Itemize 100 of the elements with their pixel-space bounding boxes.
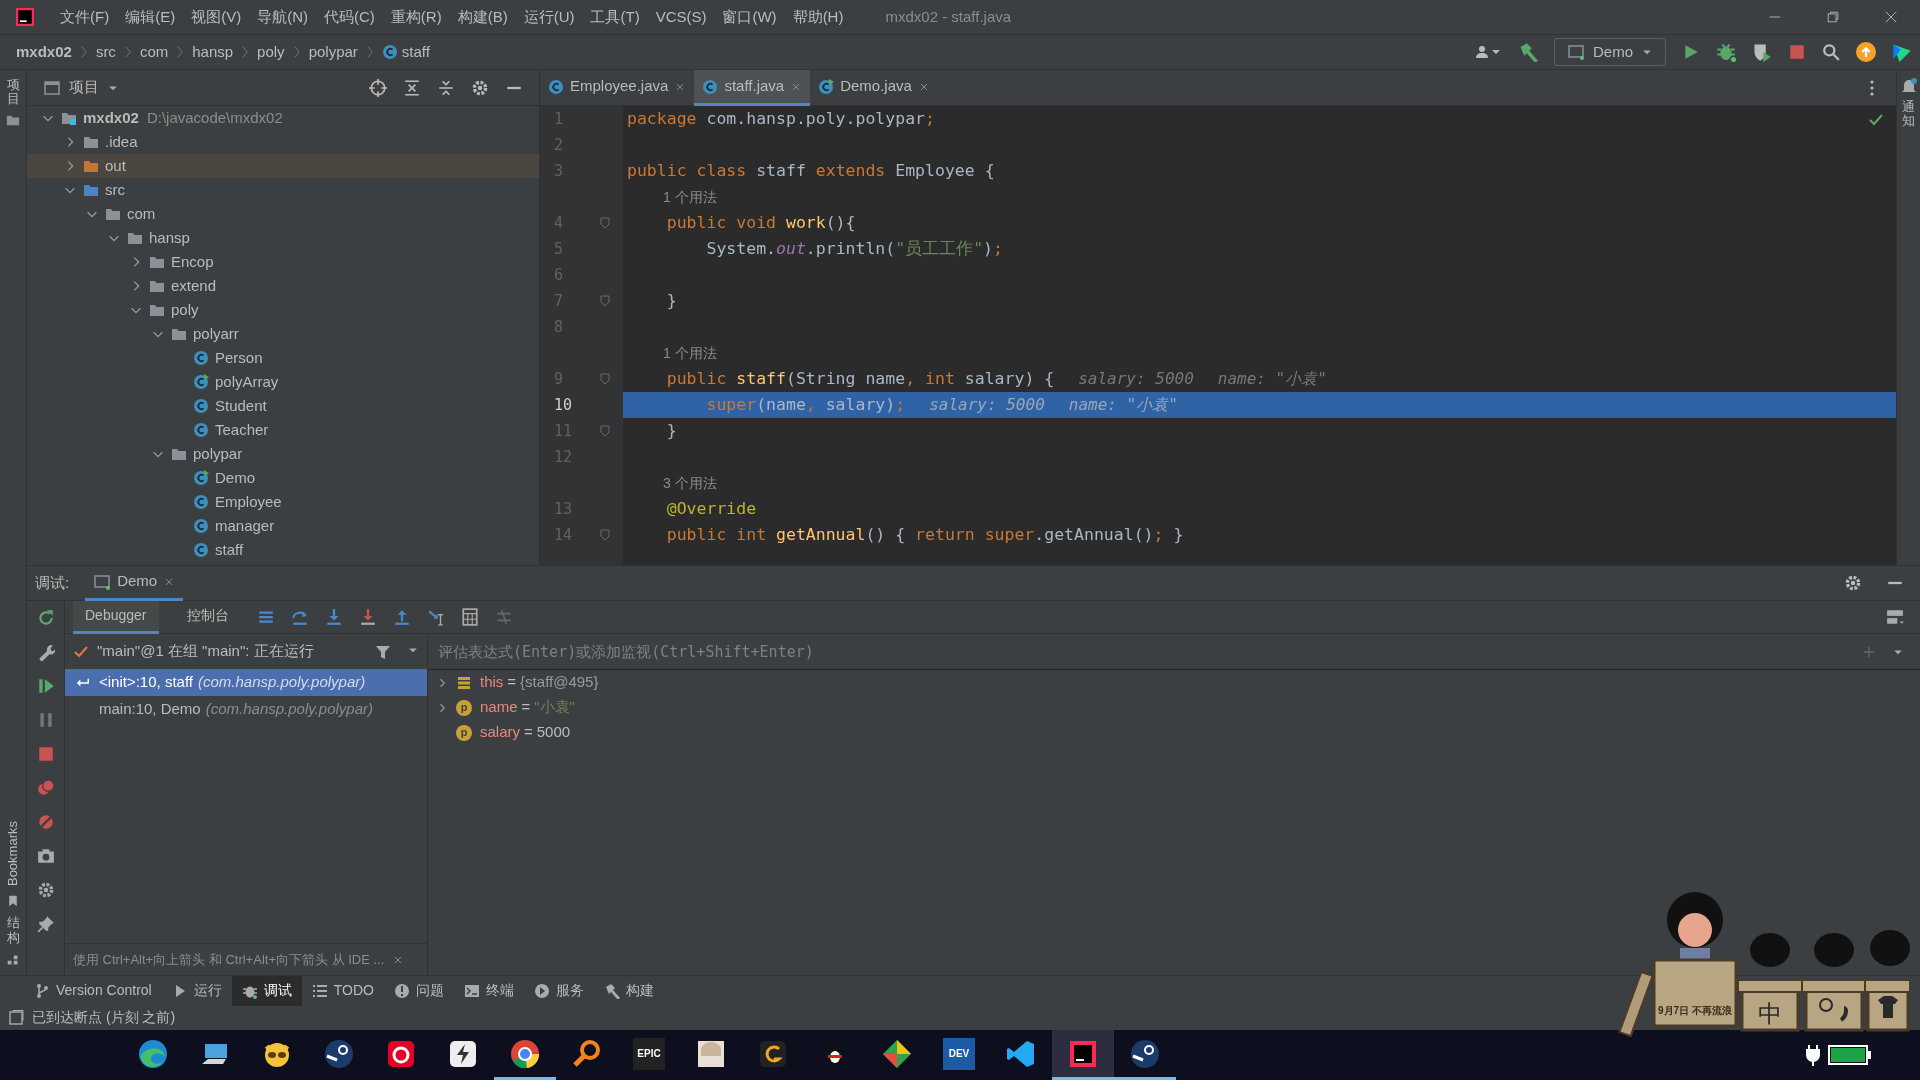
tree-row[interactable]: Demo — [27, 466, 539, 490]
panel-toggle-icon[interactable] — [8, 1009, 24, 1026]
panel-label[interactable]: 项目 — [6, 78, 20, 107]
tree-row[interactable]: poly — [27, 298, 539, 322]
tree-row[interactable]: .idea — [27, 130, 539, 154]
tree-row[interactable]: extend — [27, 274, 539, 298]
panel-label[interactable]: Bookmarks — [3, 821, 23, 887]
tree-row[interactable]: Encop — [27, 250, 539, 274]
variable-row[interactable]: this = {staff@495} — [428, 670, 1920, 695]
menu-item[interactable]: 重构(R) — [382, 5, 450, 29]
tree-row[interactable]: hansp — [27, 226, 539, 250]
tool-window-tab[interactable]: 构建 — [593, 975, 664, 1006]
tree-row[interactable]: src — [27, 178, 539, 202]
update-icon[interactable] — [1856, 42, 1876, 62]
breadcrumb-item[interactable]: poly — [257, 40, 285, 64]
resume-icon[interactable] — [36, 677, 55, 695]
tree-row[interactable]: com — [27, 202, 539, 226]
tree-row[interactable]: Employee — [27, 490, 539, 514]
app-icon[interactable]: DEV — [943, 1037, 975, 1070]
tree-row[interactable]: polypar — [27, 442, 539, 466]
breadcrumb-item[interactable]: mxdx02 — [16, 40, 72, 64]
tool-window-tab[interactable]: 服务 — [523, 975, 594, 1006]
fold-marker-icon[interactable] — [600, 373, 610, 385]
app-icon[interactable]: EPIC — [633, 1037, 665, 1070]
browser-icon[interactable] — [509, 1037, 541, 1070]
stack-frame[interactable]: <init>:10, staff (com.hansp.poly.polypar) — [65, 669, 427, 696]
editor-tab[interactable]: staff.java — [694, 70, 811, 106]
desktop-pet-drawing[interactable] — [1618, 892, 1910, 1038]
debugger-tab[interactable]: Debugger — [73, 600, 159, 634]
menu-item[interactable]: 窗口(W) — [714, 5, 785, 29]
menu-item[interactable]: 导航(N) — [249, 5, 316, 29]
close-icon[interactable] — [1884, 10, 1898, 24]
settings-icon[interactable] — [471, 78, 489, 97]
tree-row[interactable]: polyArray — [27, 370, 539, 394]
usage-hint[interactable]: 1 个用法 — [663, 186, 717, 208]
usage-hint[interactable]: 3 个用法 — [663, 472, 717, 494]
tool-window-tab[interactable]: 调试 — [231, 975, 302, 1006]
fold-marker-icon[interactable] — [600, 529, 610, 541]
tree-row[interactable]: manager — [27, 514, 539, 538]
variable-row[interactable]: p name = "小袁" — [428, 695, 1920, 720]
tree-row[interactable]: Student — [27, 394, 539, 418]
menu-item[interactable]: 代码(C) — [316, 5, 383, 29]
pin-icon[interactable] — [36, 915, 55, 933]
stop-icon[interactable] — [1788, 43, 1806, 61]
search-icon[interactable] — [1822, 43, 1840, 61]
filter-icon[interactable] — [375, 643, 391, 660]
expand-all-icon[interactable] — [403, 78, 421, 97]
stop-icon[interactable] — [36, 745, 55, 763]
user-icon[interactable] — [1476, 44, 1502, 60]
collapse-all-icon[interactable] — [437, 78, 455, 97]
menu-item[interactable]: VCS(S) — [647, 5, 715, 29]
editor-tab[interactable]: Demo.java — [810, 70, 938, 106]
breadcrumb-item[interactable]: hansp — [192, 40, 234, 64]
fold-marker-icon[interactable] — [600, 217, 610, 229]
step-into-icon[interactable] — [324, 608, 343, 626]
panel-title[interactable]: 项目 — [69, 76, 99, 99]
taskbar-app-button[interactable]: EPIC — [618, 1030, 680, 1080]
fold-marker-icon[interactable] — [600, 425, 610, 437]
tree-row[interactable]: polyarr — [27, 322, 539, 346]
panel-label[interactable]: 结构 — [6, 916, 20, 945]
taskbar-app-button[interactable]: DEV — [928, 1030, 990, 1080]
bug-icon[interactable] — [1716, 42, 1736, 62]
debugger-tab[interactable]: 控制台 — [174, 600, 241, 634]
menu-item[interactable]: 运行(U) — [515, 5, 583, 29]
diamond-icon[interactable] — [881, 1037, 913, 1070]
tree-row[interactable]: out — [27, 154, 539, 178]
thread-dropdown[interactable]: "main"@1 在组 "main": 正在运行 — [65, 634, 427, 669]
breadcrumb-item[interactable]: polypar — [308, 40, 358, 64]
mute-breakpoints-icon[interactable] — [36, 813, 55, 831]
layout-icon[interactable] — [1886, 608, 1904, 626]
variable-row[interactable]: p salary = 5000 — [428, 720, 1920, 745]
restore-icon[interactable] — [1826, 10, 1840, 24]
locate-icon[interactable] — [369, 78, 387, 97]
menu-item[interactable]: 帮助(H) — [784, 5, 852, 29]
breakpoints-icon[interactable] — [36, 779, 55, 797]
calculator-icon[interactable] — [460, 608, 479, 626]
logo-icon[interactable] — [1892, 42, 1912, 62]
hammer-icon[interactable] — [1518, 42, 1538, 62]
breadcrumb-item[interactable]: com — [139, 40, 169, 64]
camera-icon[interactable] — [36, 847, 55, 865]
menu-item[interactable]: 视图(V) — [183, 5, 250, 29]
run-to-cursor-icon[interactable] — [426, 608, 445, 626]
tool-window-tab[interactable]: TODO — [301, 975, 384, 1006]
step-out-icon[interactable] — [392, 608, 411, 626]
tree-row[interactable]: Person — [27, 346, 539, 370]
fold-marker-icon[interactable] — [600, 295, 610, 307]
menu-item[interactable]: 编辑(E) — [117, 5, 184, 29]
panel-label[interactable]: 通知 — [1902, 100, 1915, 129]
tree-row[interactable]: staff — [27, 538, 539, 562]
settings-icon[interactable] — [1844, 574, 1862, 592]
usage-hint[interactable]: 1 个用法 — [663, 342, 717, 364]
menu-item[interactable]: 文件(F) — [52, 5, 118, 29]
tool-window-tab[interactable]: 问题 — [383, 975, 454, 1006]
taskbar-app-button[interactable] — [1052, 1030, 1114, 1080]
stack-frame[interactable]: main:10, Demo (com.hansp.poly.polypar) — [65, 696, 427, 723]
tree-row[interactable]: mxdx02 D:\javacode\mxdx02 — [27, 106, 539, 130]
settings-icon[interactable] — [36, 881, 55, 899]
list-icon[interactable] — [256, 608, 275, 626]
breadcrumb-item[interactable]: src — [95, 40, 116, 64]
disc-icon[interactable] — [1129, 1037, 1161, 1070]
